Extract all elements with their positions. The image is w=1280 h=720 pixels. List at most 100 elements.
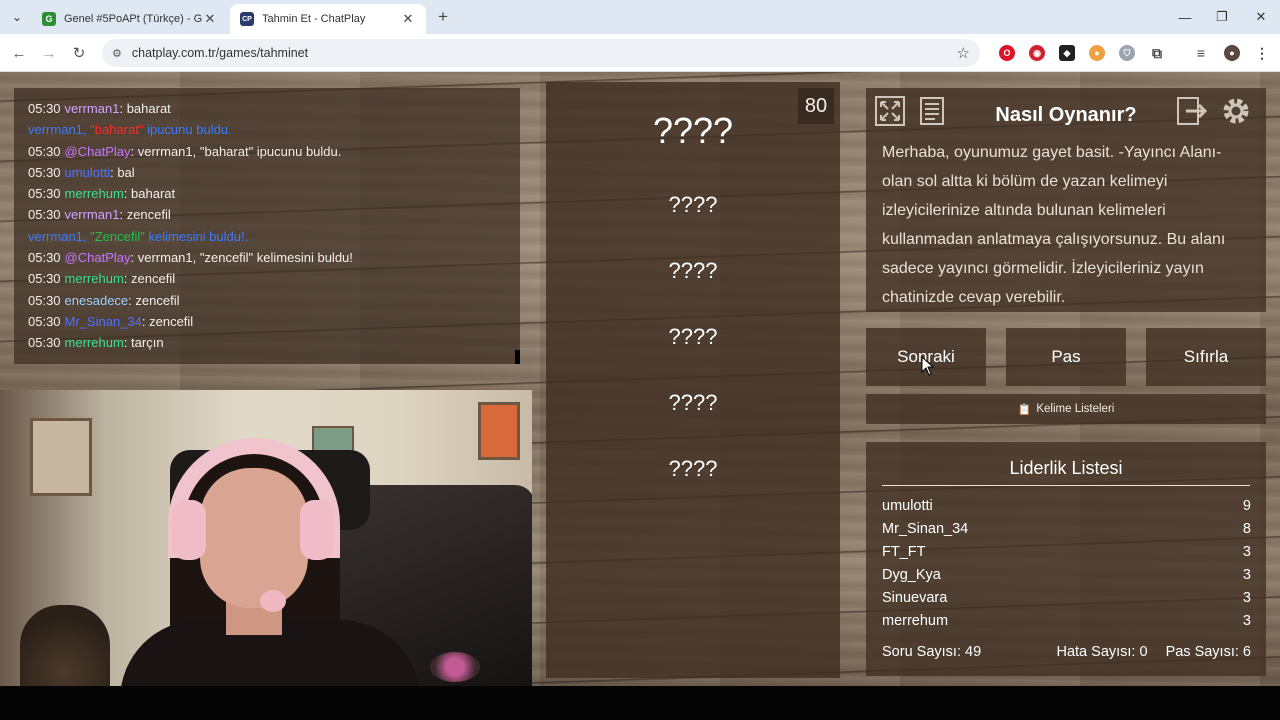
- player-name: Dyg_Kya: [882, 567, 941, 583]
- reload-icon[interactable]: ↻: [68, 42, 90, 64]
- extensions-puzzle-icon[interactable]: ⧉: [1149, 45, 1165, 61]
- message-text: baharat: [126, 101, 171, 116]
- system-message-part: verrman1,: [28, 122, 91, 138]
- url-text: chatplay.com.tr/games/tahminet: [131, 46, 309, 60]
- opera-extension-icon[interactable]: O: [999, 45, 1015, 61]
- leaderboard-row: Dyg_Kya 3: [882, 567, 1251, 583]
- secret-word: ????: [652, 110, 734, 151]
- chatplay-favicon-icon: CP: [240, 12, 254, 26]
- reset-button[interactable]: Sıfırla: [1146, 328, 1266, 386]
- message-text: bal: [117, 164, 135, 180]
- player-score: 9: [1242, 498, 1251, 514]
- webcam-video: [0, 390, 532, 686]
- word-lists-button[interactable]: 📋 Kelime Listeleri: [866, 394, 1266, 424]
- tab-close-icon[interactable]: ✕: [202, 11, 218, 27]
- pass-button[interactable]: Pas: [1006, 328, 1126, 386]
- message-time: 05:30: [28, 101, 61, 116]
- player-score: 3: [1242, 544, 1251, 560]
- chat-panel: 05:30 verrman1: baharat verrman1, "baharat…: [14, 88, 520, 364]
- player-score: 3: [1242, 567, 1251, 583]
- system-message-part: verrman1,: [28, 228, 91, 244]
- message-time: 05:30: [28, 143, 61, 159]
- bottom-bar: [0, 686, 1280, 720]
- browser-tab-bar: ⌄ G Genel #5PoAPt (Türkçe) - Gartic ✕ CP…: [0, 0, 1280, 34]
- message-username[interactable]: enesadece: [65, 293, 129, 308]
- message-username[interactable]: verrman1: [65, 207, 120, 222]
- message-username[interactable]: @ChatPlay: [65, 250, 131, 265]
- minimize-icon[interactable]: —: [1170, 6, 1200, 28]
- chat-message: 05:30 merrehum: tarçın: [28, 332, 506, 353]
- new-tab-plus-icon[interactable]: +: [432, 6, 454, 28]
- message-time: 05:30: [28, 271, 61, 287]
- message-separator: :: [119, 101, 127, 116]
- tab-search-chevron-icon[interactable]: ⌄: [6, 6, 28, 28]
- question-count: Soru Sayısı: 49: [882, 644, 982, 660]
- player-name: umulotti: [882, 498, 933, 514]
- system-message-part: kelimesini buldu!.: [144, 228, 249, 244]
- chat-message: 05:30 enesadece: zencefil: [28, 290, 506, 311]
- error-count: Hata Sayısı: 0: [1056, 644, 1148, 660]
- shield-extension-icon[interactable]: ⛉: [1119, 45, 1135, 61]
- message-username[interactable]: merrehum: [65, 271, 124, 286]
- tab-title: Genel #5PoAPt (Türkçe) - Gartic: [64, 13, 202, 25]
- tab-close-icon[interactable]: ✕: [400, 11, 416, 27]
- message-separator: :: [119, 207, 127, 223]
- message-time: 05:30: [28, 292, 61, 308]
- browser-toolbar: ← → ↻ ⚙ chatplay.com.tr/games/tahminet ☆…: [0, 34, 1280, 72]
- message-text: zencefil: [135, 292, 180, 308]
- game-page: 05:30 verrman1: baharat verrman1, "baharat…: [0, 72, 1280, 686]
- message-text: verrman1, "zencefil" kelimesini buldu!: [137, 250, 353, 266]
- dark-extension-icon[interactable]: ◆: [1059, 45, 1075, 61]
- leaderboard-panel: Liderlik Listesi umulotti 9 Mr_Sinan_34 8 …: [866, 442, 1266, 676]
- bookmark-star-icon[interactable]: ☆: [957, 44, 970, 62]
- leaderboard-row: Mr_Sinan_34 8: [882, 521, 1251, 537]
- chat-message: 05:30 merrehum: zencefil: [28, 268, 506, 289]
- message-separator: :: [130, 143, 138, 159]
- tab-title: Tahmin Et - ChatPlay: [262, 13, 366, 25]
- forward-arrow-icon[interactable]: →: [38, 42, 60, 64]
- game-stats: Soru Sayısı: 49 Hata Sayısı: 0 Pas Sayıs…: [882, 644, 1251, 660]
- profile-avatar[interactable]: ●: [1224, 45, 1240, 61]
- settings-gear-icon[interactable]: [1218, 94, 1254, 128]
- chat-message: 05:30 @ChatPlay: verrman1, "baharat" ipuc…: [28, 141, 506, 162]
- chat-message: 05:30 verrman1: baharat: [28, 98, 506, 119]
- system-message-part: "Zencefil": [90, 228, 145, 244]
- message-text: zencefil: [126, 207, 171, 223]
- address-bar[interactable]: ⚙ chatplay.com.tr/games/tahminet ☆: [102, 39, 980, 67]
- message-username[interactable]: @ChatPlay: [65, 144, 131, 159]
- player-score: 3: [1242, 590, 1251, 606]
- gartic-favicon-icon: G: [42, 12, 56, 26]
- orange-extension-icon[interactable]: ●: [1089, 45, 1105, 61]
- back-arrow-icon[interactable]: ←: [8, 42, 30, 64]
- restore-icon[interactable]: ❐: [1207, 6, 1237, 28]
- chat-scrollbar[interactable]: [515, 350, 520, 364]
- message-username[interactable]: umulotti: [65, 165, 111, 180]
- player-name: FT_FT: [882, 544, 926, 560]
- message-time: 05:30: [28, 207, 61, 223]
- hint-word: ????: [668, 390, 718, 415]
- message-text: verrman1, "baharat" ipucunu buldu.: [137, 143, 342, 159]
- logout-icon[interactable]: [1174, 94, 1210, 128]
- message-time: 05:30: [28, 335, 61, 351]
- tab-gartic[interactable]: G Genel #5PoAPt (Türkçe) - Gartic ✕: [32, 4, 228, 34]
- message-time: 05:30: [28, 313, 61, 329]
- media-control-icon[interactable]: ≡: [1193, 45, 1209, 61]
- message-username[interactable]: verrman1: [65, 101, 120, 116]
- site-settings-icon[interactable]: ⚙: [112, 47, 122, 60]
- message-username[interactable]: merrehum: [65, 335, 124, 350]
- player-name: merrehum: [882, 613, 949, 629]
- chat-message: verrman1, "Zencefil" kelimesini buldu!.: [28, 226, 506, 247]
- hint-word: ????: [668, 456, 718, 481]
- message-time: 05:30: [28, 164, 61, 180]
- message-text: tarçın: [131, 335, 164, 351]
- window-close-icon[interactable]: ✕: [1246, 6, 1276, 28]
- word-lists-label: Kelime Listeleri: [1036, 403, 1115, 415]
- tab-chatplay[interactable]: CP Tahmin Et - ChatPlay ✕: [230, 4, 426, 34]
- hint-word: ????: [668, 258, 718, 283]
- browser-menu-icon[interactable]: ⋮: [1254, 45, 1270, 61]
- red-extension-icon[interactable]: ◉: [1029, 45, 1045, 61]
- how-to-play-text: Merhaba, oyunumuz gayet basit. -Yayıncı …: [882, 144, 1226, 306]
- message-username[interactable]: Mr_Sinan_34: [65, 314, 142, 329]
- player-name: Mr_Sinan_34: [882, 521, 969, 537]
- message-username[interactable]: merrehum: [65, 186, 124, 201]
